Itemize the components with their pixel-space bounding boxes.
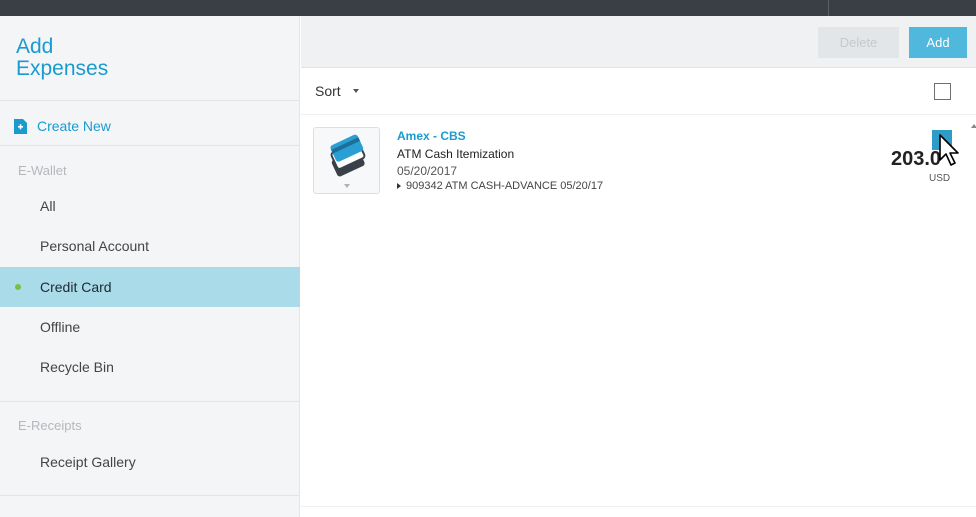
expense-currency: USD	[929, 173, 951, 184]
expand-arrow-icon	[397, 183, 401, 189]
credit-card-icon	[330, 134, 366, 177]
mouse-pointer-icon	[939, 134, 959, 166]
active-indicator-dot	[15, 284, 21, 290]
expense-detail-text: 909342 ATM CASH-ADVANCE 05/20/17	[406, 180, 604, 192]
page-title-line1: Add	[16, 35, 54, 58]
expense-detail-toggle[interactable]: 909342 ATM CASH-ADVANCE 05/20/17	[397, 180, 603, 192]
sidebar-item-credit-card[interactable]: Credit Card	[0, 267, 300, 307]
divider	[0, 100, 300, 101]
sidebar-item-label: Personal Account	[40, 238, 149, 254]
sidebar-item-personal-account[interactable]: Personal Account	[0, 226, 300, 266]
new-document-icon	[14, 118, 27, 134]
main-panel: Delete Add Sort Amex - CBS ATM Cash Item…	[301, 16, 976, 517]
top-bar-divider	[828, 0, 829, 16]
add-button[interactable]: Add	[909, 27, 967, 58]
page-title-line2: Expenses	[16, 57, 109, 80]
sort-label: Sort	[315, 83, 341, 99]
divider	[301, 506, 976, 507]
sort-bar: Sort	[301, 69, 976, 115]
section-ewallet: E-Wallet	[18, 163, 67, 178]
chevron-down-icon	[352, 89, 359, 93]
select-all-checkbox[interactable]	[934, 83, 951, 100]
create-new-link[interactable]: Create New	[14, 116, 111, 136]
sidebar: Add Expenses Create New E-Wallet All Per…	[0, 16, 300, 517]
sidebar-item-recycle-bin[interactable]: Recycle Bin	[0, 347, 300, 387]
divider	[0, 401, 300, 402]
top-bar	[0, 0, 976, 16]
expense-type-selector[interactable]	[313, 127, 380, 194]
expense-subtitle: ATM Cash Itemization	[397, 147, 515, 161]
divider	[0, 145, 300, 146]
sidebar-item-label: All	[40, 198, 56, 214]
sort-dropdown[interactable]: Sort	[315, 83, 359, 99]
expense-date: 05/20/2017	[397, 164, 458, 178]
sidebar-item-label: Offline	[40, 319, 81, 335]
create-new-label: Create New	[37, 118, 111, 134]
scroll-up-icon[interactable]	[971, 124, 976, 128]
divider	[0, 495, 300, 496]
sidebar-item-offline[interactable]: Offline	[0, 307, 300, 347]
sidebar-item-label: Recycle Bin	[40, 359, 114, 375]
sidebar-item-label: Credit Card	[40, 279, 112, 295]
expense-card[interactable]: Amex - CBS ATM Cash Itemization 05/20/20…	[301, 116, 976, 216]
sidebar-item-all[interactable]: All	[0, 186, 300, 226]
sidebar-item-receipt-gallery[interactable]: Receipt Gallery	[0, 442, 300, 482]
expense-title[interactable]: Amex - CBS	[397, 129, 466, 143]
sidebar-item-label: Receipt Gallery	[40, 454, 136, 470]
page-title: Add Expenses	[16, 36, 108, 80]
chevron-down-icon	[344, 184, 350, 188]
toolbar: Delete Add	[301, 16, 976, 68]
expense-amount: 203.0	[891, 148, 942, 170]
delete-button[interactable]: Delete	[818, 27, 899, 58]
section-ereceipts: E-Receipts	[18, 418, 82, 433]
